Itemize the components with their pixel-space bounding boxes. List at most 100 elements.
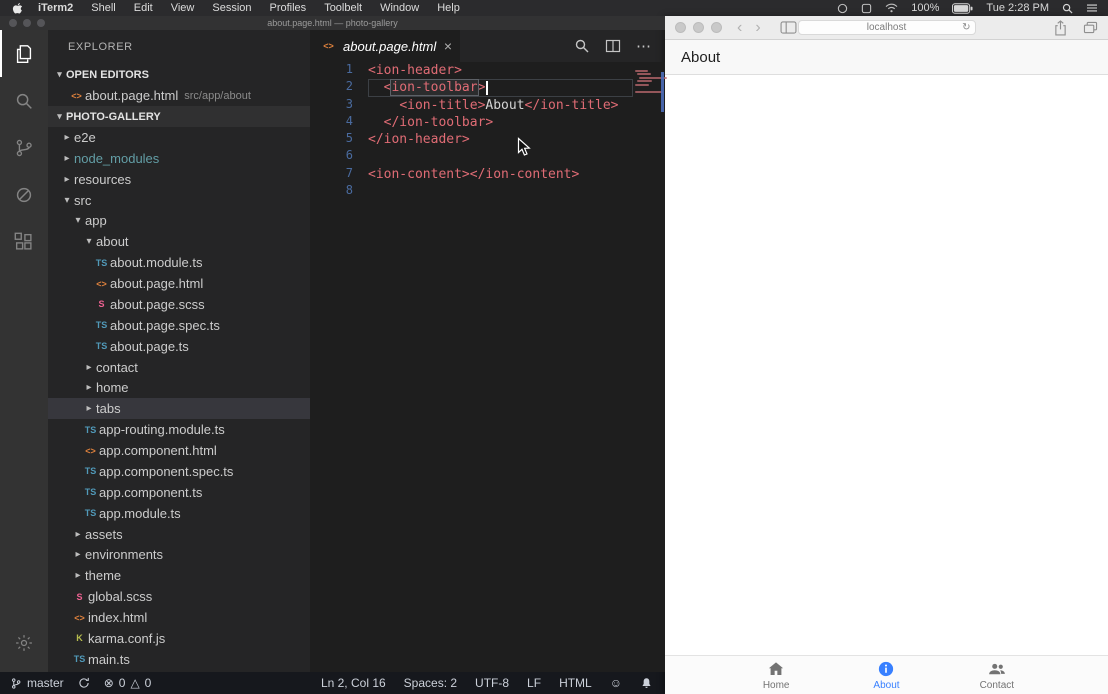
- minimize-window-button[interactable]: [693, 22, 704, 33]
- menu-edit[interactable]: Edit: [125, 2, 162, 14]
- text-cursor: [486, 81, 488, 95]
- tree-item-app[interactable]: ▾app: [48, 211, 310, 232]
- tree-item-app.component.spec.ts[interactable]: TSapp.component.spec.ts: [48, 461, 310, 482]
- tab-home[interactable]: Home: [721, 656, 831, 694]
- tree-item-theme[interactable]: ▸theme: [48, 565, 310, 586]
- tree-item-about.page.html[interactable]: <>about.page.html: [48, 273, 310, 294]
- spotlight-icon[interactable]: [1062, 3, 1073, 14]
- tab-overview-icon[interactable]: [1083, 21, 1098, 34]
- code-line-4[interactable]: </ion-toolbar>: [368, 114, 633, 131]
- menu-toolbelt[interactable]: Toolbelt: [315, 2, 371, 14]
- feedback-smiley-icon[interactable]: ☺: [610, 676, 622, 690]
- tree-item-e2e[interactable]: ▸e2e: [48, 127, 310, 148]
- code-editor[interactable]: 12345678 <ion-header> <ion-toolbar> <ion…: [310, 62, 665, 672]
- tab-contact[interactable]: Contact: [942, 656, 1052, 694]
- code-line-5[interactable]: </ion-header>: [368, 131, 633, 148]
- code-line-3[interactable]: <ion-title>About</ion-title>: [368, 97, 633, 114]
- code-line-2[interactable]: <ion-toolbar>: [368, 79, 633, 96]
- tree-item-src[interactable]: ▾src: [48, 190, 310, 211]
- tab-label: Home: [763, 680, 790, 691]
- code-line-6[interactable]: [368, 148, 633, 165]
- tree-item-app.module.ts[interactable]: TSapp.module.ts: [48, 503, 310, 524]
- tree-item-assets[interactable]: ▸assets: [48, 524, 310, 545]
- tree-item-about[interactable]: ▾about: [48, 231, 310, 252]
- battery-icon[interactable]: [952, 3, 973, 14]
- menu-session[interactable]: Session: [203, 2, 260, 14]
- tree-item-environments[interactable]: ▸environments: [48, 545, 310, 566]
- open-editors-header[interactable]: ▾ OPEN EDITORS: [48, 64, 310, 85]
- sidebar-toggle-icon[interactable]: [780, 21, 797, 34]
- code-line-1[interactable]: <ion-header>: [368, 62, 633, 79]
- tree-item-app.component.ts[interactable]: TSapp.component.ts: [48, 482, 310, 503]
- eol-indicator[interactable]: LF: [527, 676, 541, 690]
- sync-button[interactable]: [78, 677, 90, 689]
- notifications-bell-icon[interactable]: [640, 677, 653, 690]
- close-tab-icon[interactable]: ×: [444, 39, 452, 53]
- zoom-window-button[interactable]: [37, 19, 45, 27]
- menu-window[interactable]: Window: [371, 2, 428, 14]
- back-button[interactable]: ‹: [735, 20, 744, 36]
- tree-item-node_modules[interactable]: ▸node_modules: [48, 148, 310, 169]
- more-actions-icon[interactable]: ⋯: [636, 37, 652, 55]
- tree-item-about.module.ts[interactable]: TSabout.module.ts: [48, 252, 310, 273]
- menu-iterm2[interactable]: iTerm2: [29, 2, 82, 14]
- tree-item-resources[interactable]: ▸resources: [48, 169, 310, 190]
- menu-help[interactable]: Help: [428, 2, 469, 14]
- settings-gear-icon[interactable]: [0, 619, 48, 666]
- status-icon-2[interactable]: [861, 3, 872, 14]
- tree-item-about.page.spec.ts[interactable]: TSabout.page.spec.ts: [48, 315, 310, 336]
- tree-item-label: theme: [85, 568, 121, 583]
- code-content[interactable]: <ion-header> <ion-toolbar> <ion-title>Ab…: [368, 62, 633, 672]
- tree-item-about.page.ts[interactable]: TSabout.page.ts: [48, 336, 310, 357]
- tree-item-contact[interactable]: ▸contact: [48, 357, 310, 378]
- reload-icon[interactable]: ↻: [962, 21, 970, 35]
- tree-item-karma.conf.js[interactable]: Kkarma.conf.js: [48, 628, 310, 649]
- tree-item-app.component.html[interactable]: <>app.component.html: [48, 440, 310, 461]
- open-editor-item[interactable]: <> about.page.html src/app/about: [48, 85, 310, 106]
- share-icon[interactable]: [1054, 20, 1067, 36]
- address-bar[interactable]: localhost ↻: [798, 20, 976, 35]
- minimap[interactable]: [633, 62, 665, 672]
- close-window-button[interactable]: [9, 19, 17, 27]
- apple-menu-icon[interactable]: [8, 2, 29, 15]
- tree-item-tabs[interactable]: ▸tabs: [48, 398, 310, 419]
- zoom-window-button[interactable]: [711, 22, 722, 33]
- tree-item-label: app: [85, 213, 107, 228]
- code-line-7[interactable]: <ion-content></ion-content>: [368, 166, 633, 183]
- git-branch-indicator[interactable]: master: [10, 676, 64, 690]
- tree-item-app-routing.module.ts[interactable]: TSapp-routing.module.ts: [48, 419, 310, 440]
- extensions-icon[interactable]: [0, 218, 48, 265]
- minimize-window-button[interactable]: [23, 19, 31, 27]
- split-editor-icon[interactable]: [605, 38, 621, 54]
- karma-file-icon: K: [71, 633, 88, 643]
- close-window-button[interactable]: [675, 22, 686, 33]
- debug-icon[interactable]: [0, 171, 48, 218]
- menu-view[interactable]: View: [162, 2, 204, 14]
- tree-item-about.page.scss[interactable]: Sabout.page.scss: [48, 294, 310, 315]
- menu-shell[interactable]: Shell: [82, 2, 124, 14]
- encoding-indicator[interactable]: UTF-8: [475, 676, 509, 690]
- tree-item-global.scss[interactable]: Sglobal.scss: [48, 586, 310, 607]
- status-icon-1[interactable]: [837, 3, 848, 14]
- menu-profiles[interactable]: Profiles: [261, 2, 316, 14]
- folder-section-header[interactable]: ▾ PHOTO-GALLERY: [48, 106, 310, 127]
- menubar-clock[interactable]: Tue 2:28 PM: [986, 2, 1049, 14]
- wifi-icon[interactable]: [885, 3, 898, 13]
- explorer-icon[interactable]: [0, 30, 48, 77]
- scss-file-icon: S: [71, 592, 88, 602]
- search-icon[interactable]: [0, 77, 48, 124]
- tree-item-home[interactable]: ▸home: [48, 378, 310, 399]
- tab-about[interactable]: About: [831, 656, 941, 694]
- forward-button[interactable]: ›: [753, 20, 762, 36]
- notification-center-icon[interactable]: [1086, 3, 1098, 13]
- problems-indicator[interactable]: ⊗ 0 △ 0: [104, 676, 152, 690]
- tree-item-index.html[interactable]: <>index.html: [48, 607, 310, 628]
- find-in-file-icon[interactable]: [574, 38, 590, 54]
- source-control-icon[interactable]: [0, 124, 48, 171]
- cursor-position[interactable]: Ln 2, Col 16: [321, 676, 386, 690]
- language-mode[interactable]: HTML: [559, 676, 592, 690]
- tab-about-page-html[interactable]: <> about.page.html ×: [310, 30, 460, 62]
- code-line-8[interactable]: [368, 183, 633, 200]
- indentation-indicator[interactable]: Spaces: 2: [404, 676, 457, 690]
- tree-item-main.ts[interactable]: TSmain.ts: [48, 649, 310, 670]
